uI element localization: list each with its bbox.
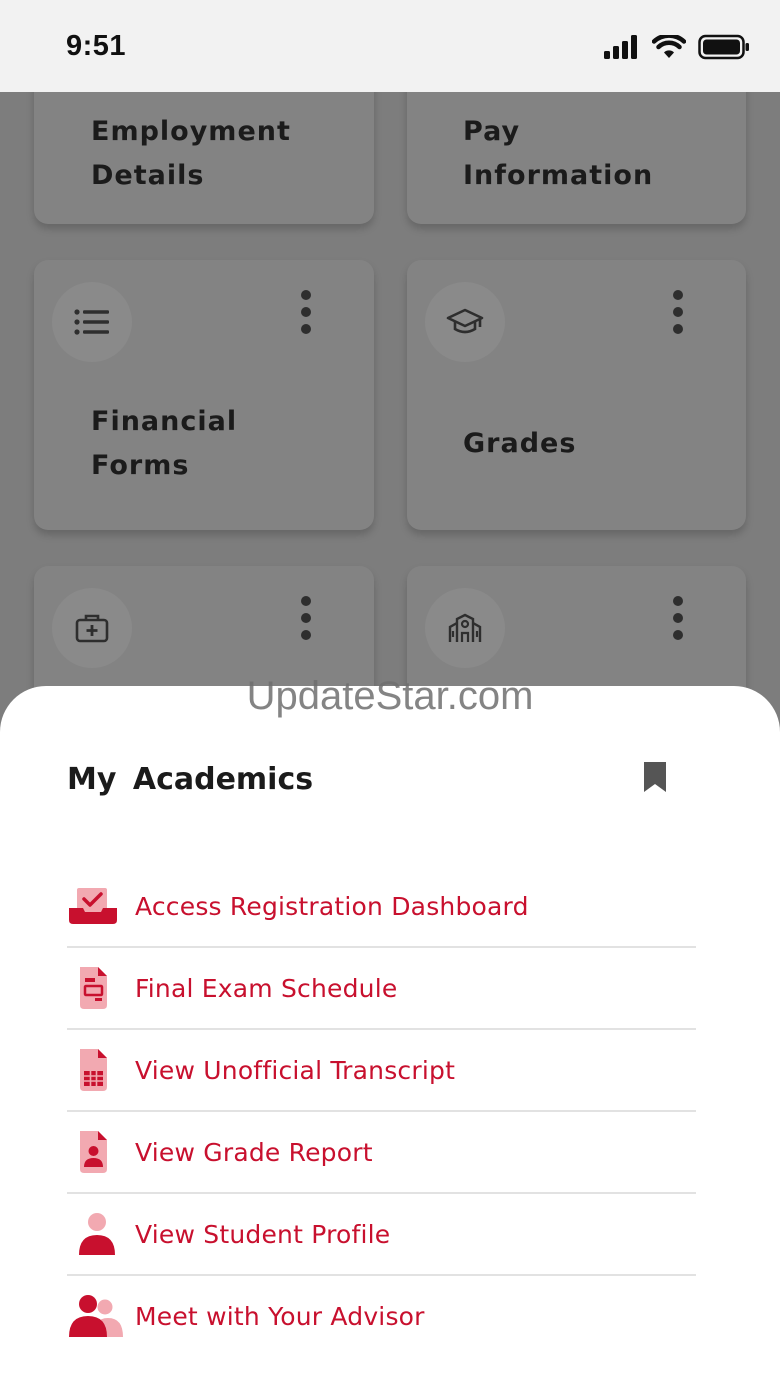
status-bar: 9:51 (0, 0, 780, 92)
transcript-icon (67, 1040, 135, 1100)
cellular-signal-icon (604, 35, 637, 59)
more-options-icon[interactable] (672, 290, 684, 334)
list-item-grade-report[interactable]: View Grade Report (67, 1112, 696, 1194)
more-options-icon[interactable] (300, 596, 312, 640)
list-item-student-profile[interactable]: View Student Profile (67, 1194, 696, 1276)
tile-title: Employment Details (91, 116, 291, 191)
tile-financial-forms[interactable]: Financial Forms (34, 260, 374, 530)
list-item-label: View Unofficial Transcript (135, 1055, 456, 1085)
tile-pay-information[interactable]: Pay Information (407, 92, 746, 224)
list-item-label: Access Registration Dashboard (135, 891, 529, 921)
campus-building-icon (425, 588, 505, 668)
list-icon (52, 282, 132, 362)
grade-report-icon (67, 1122, 135, 1182)
more-options-icon[interactable] (672, 596, 684, 640)
advisor-icon (67, 1286, 135, 1346)
list-item-final-exam-schedule[interactable]: Final Exam Schedule (67, 948, 696, 1030)
status-time: 9:51 (66, 30, 127, 62)
list-item-label: Meet with Your Advisor (135, 1301, 425, 1331)
medical-kit-icon (52, 588, 132, 668)
graduation-cap-icon (425, 282, 505, 362)
wifi-icon (652, 35, 686, 58)
sheet-title: My Academics (67, 762, 314, 797)
tile-title: Grades (463, 428, 577, 459)
tile-title: Financial Forms (91, 406, 238, 481)
registration-icon (67, 876, 135, 936)
tile-title: Pay Information (463, 116, 654, 191)
list-item-label: View Student Profile (135, 1219, 391, 1249)
academics-list: Access Registration Dashboard Final Exam… (67, 866, 696, 1356)
list-item-unofficial-transcript[interactable]: View Unofficial Transcript (67, 1030, 696, 1112)
list-item-meet-advisor[interactable]: Meet with Your Advisor (67, 1276, 696, 1356)
exam-schedule-icon (67, 958, 135, 1018)
list-item-registration-dashboard[interactable]: Access Registration Dashboard (67, 866, 696, 948)
status-icons (604, 34, 750, 60)
my-academics-sheet: My Academics Access Registration Dashboa… (0, 686, 780, 1387)
student-profile-icon (67, 1204, 135, 1264)
tile-employment-details[interactable]: Employment Details (34, 92, 374, 224)
list-item-label: View Grade Report (135, 1137, 373, 1167)
more-options-icon[interactable] (300, 290, 312, 334)
tile-grades[interactable]: Grades (407, 260, 746, 530)
bookmark-icon[interactable] (642, 760, 668, 794)
battery-icon (698, 34, 749, 60)
list-item-label: Final Exam Schedule (135, 973, 398, 1003)
